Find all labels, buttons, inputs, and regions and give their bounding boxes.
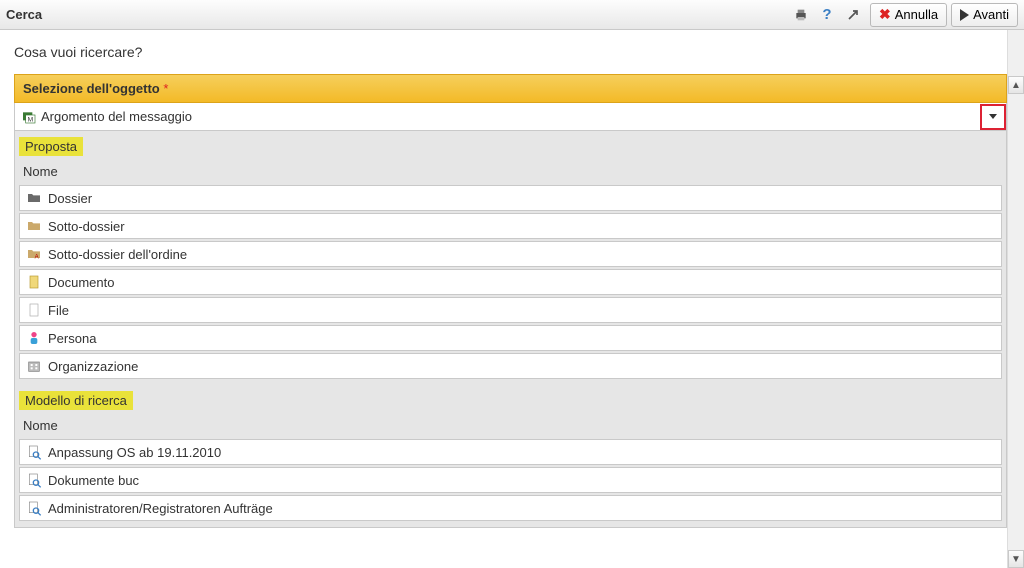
search-template-icon — [26, 444, 42, 460]
list-item[interactable]: Organizzazione — [19, 353, 1002, 379]
list-item-label: Documento — [48, 275, 114, 290]
search-model-badge: Modello di ricerca — [19, 391, 133, 410]
proposal-badge: Proposta — [19, 137, 83, 156]
folder-icon: A — [26, 246, 42, 262]
play-icon — [960, 9, 969, 21]
folder-icon — [26, 218, 42, 234]
help-icon[interactable]: ? — [816, 4, 838, 26]
list-item-label: File — [48, 303, 69, 318]
message-topic-icon: M — [21, 109, 37, 125]
list-item-label: Dokumente buc — [48, 473, 139, 488]
list-item-label: Anpassung OS ab 19.11.2010 — [48, 445, 221, 460]
list-item-label: Sotto-dossier dell'ordine — [48, 247, 187, 262]
list-item-label: Persona — [48, 331, 96, 346]
list-item[interactable]: Anpassung OS ab 19.11.2010 — [19, 439, 1002, 465]
object-select-dropdown-button[interactable] — [980, 104, 1006, 130]
print-icon[interactable] — [790, 4, 812, 26]
vertical-scrollbar[interactable]: ▲ ▼ — [1007, 30, 1024, 568]
list-item-label: Sotto-dossier — [48, 219, 125, 234]
cancel-button[interactable]: ✖ Annulla — [870, 3, 947, 27]
search-prompt: Cosa vuoi ricercare? — [14, 44, 1007, 60]
list-item-label: Dossier — [48, 191, 92, 206]
list-item[interactable]: File — [19, 297, 1002, 323]
close-icon: ✖ — [879, 6, 891, 23]
list-item[interactable]: A Sotto-dossier dell'ordine — [19, 241, 1002, 267]
proposal-section: Proposta Nome Dossier Sotto-dossier A So… — [14, 131, 1007, 528]
file-icon — [26, 302, 42, 318]
folder-icon — [26, 190, 42, 206]
window-title: Cerca — [6, 7, 42, 22]
proposal-column-header: Nome — [19, 160, 1002, 183]
object-select[interactable]: M Argomento del messaggio — [14, 103, 1007, 131]
object-select-value: Argomento del messaggio — [41, 109, 980, 124]
scroll-down-arrow[interactable]: ▼ — [1008, 550, 1024, 568]
toolbar: Cerca ? ✖ Annulla Avanti — [0, 0, 1024, 30]
search-template-icon — [26, 500, 42, 516]
list-item-label: Administratoren/Registratoren Aufträge — [48, 501, 273, 516]
popout-icon[interactable] — [842, 4, 864, 26]
chevron-down-icon — [989, 114, 997, 119]
next-button-label: Avanti — [973, 7, 1009, 22]
cancel-button-label: Annulla — [895, 7, 938, 22]
list-item[interactable]: Sotto-dossier — [19, 213, 1002, 239]
search-model-column-header: Nome — [19, 414, 1002, 437]
list-item[interactable]: Dokumente buc — [19, 467, 1002, 493]
object-selection-title: Selezione dell'oggetto — [23, 81, 160, 96]
required-asterisk: * — [163, 81, 168, 96]
search-template-icon — [26, 472, 42, 488]
person-icon — [26, 330, 42, 346]
document-icon — [26, 274, 42, 290]
object-selection-header: Selezione dell'oggetto * — [14, 74, 1007, 103]
svg-text:A: A — [35, 255, 39, 261]
list-item[interactable]: Administratoren/Registratoren Aufträge — [19, 495, 1002, 521]
list-item-label: Organizzazione — [48, 359, 138, 374]
list-item[interactable]: Persona — [19, 325, 1002, 351]
list-item[interactable]: Documento — [19, 269, 1002, 295]
organization-icon — [26, 358, 42, 374]
svg-text:M: M — [28, 116, 34, 123]
next-button[interactable]: Avanti — [951, 3, 1018, 27]
list-item[interactable]: Dossier — [19, 185, 1002, 211]
scroll-up-arrow[interactable]: ▲ — [1008, 76, 1024, 94]
